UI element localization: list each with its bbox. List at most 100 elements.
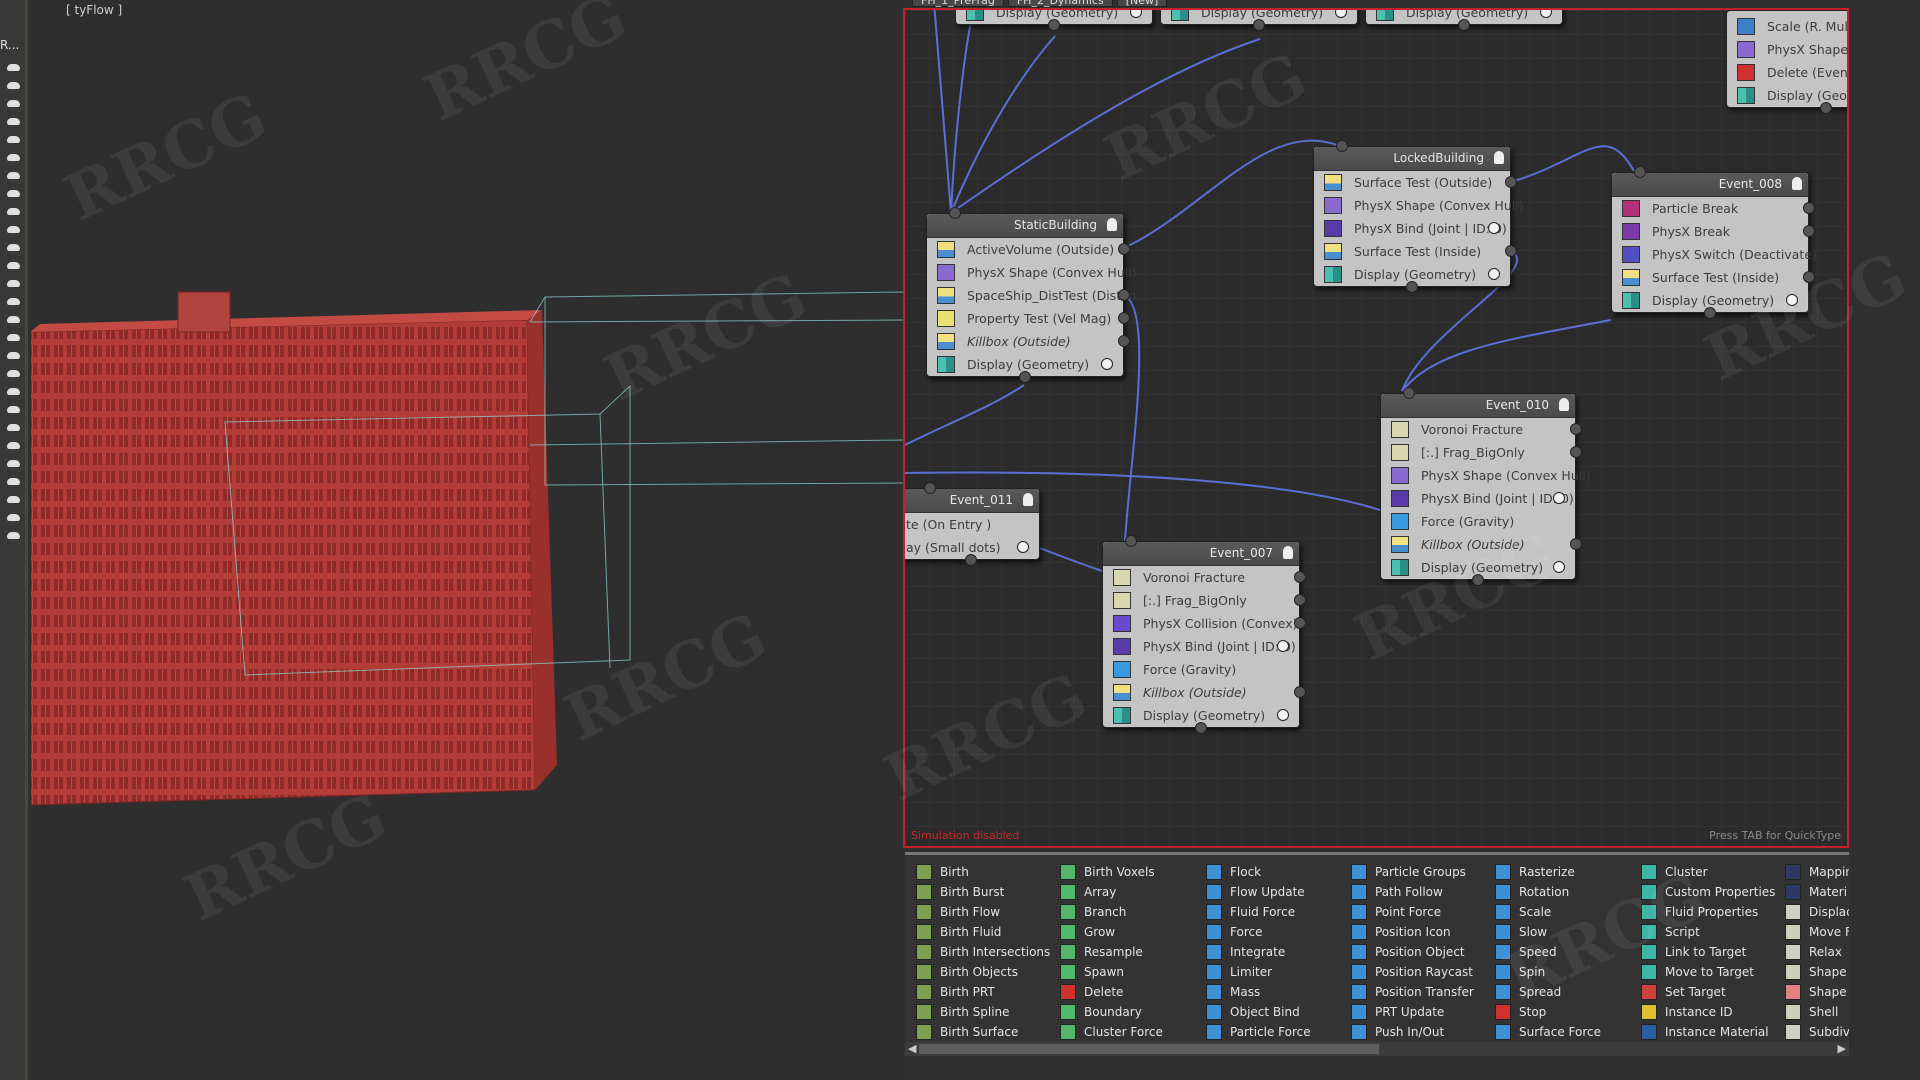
palette-item[interactable]: Speed [1495,942,1601,962]
teapot-icon[interactable] [7,100,20,107]
lightbulb-icon[interactable] [1107,218,1117,231]
palette-item[interactable]: Surface Force [1495,1022,1601,1042]
palette-item[interactable]: Shape [1785,962,1849,982]
teapot-icon[interactable] [7,514,20,521]
operator-row[interactable]: Particle Break [1612,197,1815,220]
scroll-left-icon[interactable]: ◀ [908,1042,916,1056]
palette-item[interactable]: Cluster [1641,862,1775,882]
teapot-icon[interactable] [7,136,20,143]
output-port[interactable] [1820,102,1832,114]
lightbulb-icon[interactable] [1494,151,1504,164]
tab-1[interactable]: FH_2_Dynamics [1007,0,1113,7]
teapot-icon[interactable] [7,424,20,431]
palette-item[interactable]: Limiter [1206,962,1311,982]
output-port[interactable] [1294,594,1306,606]
palette-item[interactable]: Fluid Force [1206,902,1311,922]
output-port[interactable] [1195,722,1207,734]
output-port[interactable] [1118,289,1130,301]
output-port[interactable] [1505,245,1517,257]
output-port[interactable] [1803,271,1815,283]
palette-item[interactable]: Mappir [1785,862,1849,882]
operator-row[interactable]: PhysX Bind (Joint | ID: 0) [1314,217,1510,240]
palette-item[interactable]: Relax [1785,942,1849,962]
output-toggle[interactable] [1017,541,1029,553]
tab-2[interactable]: [New] [1116,0,1168,7]
tyflow-editor[interactable]: Display (Geometry) Display (Geometry) Disp… [903,8,1849,848]
palette-item[interactable]: Birth Fluid [916,922,1050,942]
teapot-icon[interactable] [7,64,20,71]
palette-item[interactable]: Force [1206,922,1311,942]
node-top-node-3[interactable]: Display (Geometry) [1365,10,1563,31]
operator-row[interactable]: te (On Entry ) [905,513,1039,536]
teapot-icon[interactable] [7,262,20,269]
operator-row[interactable]: Delete (Event [7 [1727,61,1847,84]
teapot-icon[interactable] [7,316,20,323]
palette-item[interactable]: Boundary [1060,1002,1163,1022]
palette-item[interactable]: Array [1060,882,1163,902]
output-port[interactable] [1294,571,1306,583]
output-port[interactable] [1019,371,1031,383]
wire[interactable] [950,35,1056,214]
wire[interactable] [1123,294,1141,542]
viewport[interactable]: [ tyFlow ] [31,0,903,1080]
input-port[interactable] [1336,140,1348,152]
wire[interactable] [905,384,1025,446]
teapot-icon[interactable] [7,244,20,251]
palette-item[interactable]: Path Follow [1351,882,1474,902]
teapot-icon[interactable] [7,280,20,287]
node-event_011[interactable]: Event_011 te (On Entry ) ay (Small dots) [905,482,1040,566]
palette-item[interactable]: Birth [916,862,1050,882]
lightbulb-icon[interactable] [1283,546,1293,559]
palette-item[interactable]: Scale [1495,902,1601,922]
palette-scrollbar[interactable]: ◀ ▶ [905,1042,1849,1056]
palette-item[interactable]: Subdivi [1785,1022,1849,1042]
palette-item[interactable]: Displac [1785,902,1849,922]
palette-item[interactable]: Move F [1785,922,1849,942]
output-port[interactable] [1570,423,1582,435]
palette-item[interactable]: Spin [1495,962,1601,982]
operator-row[interactable]: Property Test (Vel Mag) [927,307,1130,330]
operator-row[interactable]: PhysX Bind (Joint | ID: 0) [1103,635,1299,658]
operator-row[interactable]: Scale (R. Multipl [1727,15,1847,38]
palette-item[interactable]: Flock [1206,862,1311,882]
teapot-icon[interactable] [7,208,20,215]
output-port[interactable] [1294,686,1306,698]
operator-row[interactable]: Force (Gravity) [1381,510,1575,533]
operator-row[interactable]: Force (Gravity) [1103,658,1299,681]
palette-item[interactable]: Birth Burst [916,882,1050,902]
palette-item[interactable]: Shape F [1785,982,1849,1002]
teapot-icon[interactable] [7,460,20,467]
output-port[interactable] [964,554,977,566]
palette-item[interactable]: Rotation [1495,882,1601,902]
palette-item[interactable]: Fluid Properties [1641,902,1775,922]
output-toggle[interactable] [1277,640,1289,652]
palette-item[interactable]: Position Icon [1351,922,1474,942]
operator-row[interactable]: Killbox (Outside) [1103,681,1306,704]
palette-item[interactable]: Birth Voxels [1060,862,1163,882]
node-event_010[interactable]: Event_010 Voronoi Fracture [:.] Frag_BigOn… [1380,387,1591,586]
output-port[interactable] [1118,312,1130,324]
teapot-icon[interactable] [7,442,20,449]
wire[interactable] [1401,319,1612,392]
operator-row[interactable]: Surface Test (Inside) [1314,240,1517,263]
output-toggle[interactable] [1553,561,1565,573]
lightbulb-icon[interactable] [1559,398,1569,411]
palette-item[interactable]: Link to Target [1641,942,1775,962]
output-port[interactable] [1458,19,1470,31]
operator-row[interactable]: PhysX Bind (Joint | ID: 0) [1381,487,1575,510]
output-port[interactable] [1406,281,1418,293]
wire[interactable] [1123,139,1338,249]
teapot-icon[interactable] [7,406,20,413]
operator-row[interactable]: PhysX Switch (Deactivate) [1612,243,1817,266]
teapot-icon[interactable] [7,298,20,305]
palette-item[interactable]: Flow Update [1206,882,1311,902]
operator-row[interactable]: ActiveVolume (Outside) [927,238,1130,261]
output-port[interactable] [1570,538,1582,550]
output-port[interactable] [1570,446,1582,458]
node-event_007[interactable]: Event_007 Voronoi Fracture [:.] Frag_BigOn… [1102,535,1306,734]
palette-item[interactable]: Branch [1060,902,1163,922]
output-port[interactable] [1472,574,1484,586]
palette-item[interactable]: Position Raycast [1351,962,1474,982]
palette-item[interactable]: Mass [1206,982,1311,1002]
operator-row[interactable]: Surface Test (Outside) [1314,171,1517,194]
